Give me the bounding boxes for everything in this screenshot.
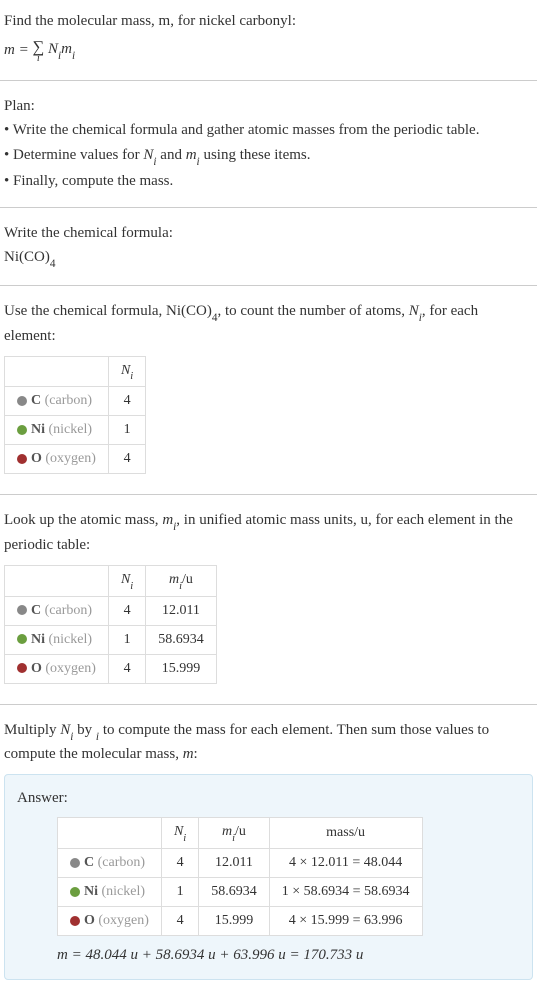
mass-value: 58.6934 bbox=[199, 878, 270, 907]
element-cell: Ni (nickel) bbox=[5, 416, 109, 445]
table-header-mi: mi/u bbox=[146, 565, 217, 596]
table-header-row: Ni mi/u mass/u bbox=[58, 818, 423, 849]
answer-label: Answer: bbox=[17, 787, 520, 810]
answer-table: Ni mi/u mass/u C (carbon) 4 12.011 4 × 1… bbox=[57, 817, 423, 936]
mass-calc: 1 × 58.6934 = 58.6934 bbox=[269, 878, 422, 907]
element-dot-icon bbox=[17, 396, 27, 406]
table-row: O (oxygen) 4 15.999 bbox=[5, 654, 217, 683]
table-row: Ni (nickel) 1 58.6934 bbox=[5, 625, 217, 654]
table-row: Ni (nickel) 1 bbox=[5, 416, 146, 445]
element-cell: C (carbon) bbox=[58, 849, 162, 878]
element-dot-icon bbox=[17, 454, 27, 464]
divider bbox=[0, 285, 537, 286]
count-value: 4 bbox=[108, 445, 145, 474]
count-value: 1 bbox=[108, 625, 145, 654]
mass-value: 58.6934 bbox=[146, 625, 217, 654]
count-value: 4 bbox=[108, 596, 145, 625]
intro-equation: m = ∑i Nimi bbox=[4, 37, 533, 64]
table-header-empty bbox=[58, 818, 162, 849]
count-value: 1 bbox=[161, 878, 198, 907]
mass-calc: 4 × 12.011 = 48.044 bbox=[269, 849, 422, 878]
element-dot-icon bbox=[70, 887, 80, 897]
element-cell: O (oxygen) bbox=[58, 907, 162, 936]
element-dot-icon bbox=[70, 858, 80, 868]
table-row: O (oxygen) 4 15.999 4 × 15.999 = 63.996 bbox=[58, 907, 423, 936]
mass-value: 12.011 bbox=[199, 849, 270, 878]
element-dot-icon bbox=[17, 425, 27, 435]
table-header-row: Ni mi/u bbox=[5, 565, 217, 596]
multiply-text: Multiply Ni by i to compute the mass for… bbox=[4, 719, 533, 766]
multiply-section: Multiply Ni by i to compute the mass for… bbox=[0, 709, 537, 996]
plan-section: Plan: • Write the chemical formula and g… bbox=[0, 85, 537, 203]
count-value: 4 bbox=[161, 849, 198, 878]
chemical-formula: Ni(CO)4 bbox=[4, 246, 533, 271]
count-value: 1 bbox=[108, 416, 145, 445]
mass-calc: 4 × 15.999 = 63.996 bbox=[269, 907, 422, 936]
intro-line1: Find the molecular mass, m, for nickel c… bbox=[4, 13, 296, 29]
table-header-empty bbox=[5, 356, 109, 387]
final-equation: m = 48.044 u + 58.6934 u + 63.996 u = 17… bbox=[57, 944, 520, 967]
lookup-text: Look up the atomic mass, mi, in unified … bbox=[4, 509, 533, 556]
plan-heading: Plan: bbox=[4, 95, 533, 118]
table-header-row: Ni bbox=[5, 356, 146, 387]
element-cell: O (oxygen) bbox=[5, 445, 109, 474]
count-value: 4 bbox=[108, 654, 145, 683]
mass-value: 15.999 bbox=[199, 907, 270, 936]
count-value: 4 bbox=[108, 387, 145, 416]
table-row: C (carbon) 4 bbox=[5, 387, 146, 416]
table-row: Ni (nickel) 1 58.6934 1 × 58.6934 = 58.6… bbox=[58, 878, 423, 907]
element-dot-icon bbox=[17, 634, 27, 644]
element-cell: Ni (nickel) bbox=[58, 878, 162, 907]
table-header-mi: mi/u bbox=[199, 818, 270, 849]
element-cell: C (carbon) bbox=[5, 387, 109, 416]
element-cell: C (carbon) bbox=[5, 596, 109, 625]
table-row: C (carbon) 4 12.011 4 × 12.011 = 48.044 bbox=[58, 849, 423, 878]
element-dot-icon bbox=[70, 916, 80, 926]
count-table: Ni C (carbon) 4 Ni (nickel) 1 O (oxygen)… bbox=[4, 356, 146, 475]
element-dot-icon bbox=[17, 663, 27, 673]
count-text: Use the chemical formula, Ni(CO)4, to co… bbox=[4, 300, 533, 347]
plan-bullet-3: • Finally, compute the mass. bbox=[4, 170, 533, 193]
element-cell: Ni (nickel) bbox=[5, 625, 109, 654]
plan-bullet-1: • Write the chemical formula and gather … bbox=[4, 119, 533, 142]
plan-bullet-2: • Determine values for Ni and mi using t… bbox=[4, 144, 533, 169]
lookup-section: Look up the atomic mass, mi, in unified … bbox=[0, 499, 537, 699]
table-header-ni: Ni bbox=[161, 818, 198, 849]
table-header-empty bbox=[5, 565, 109, 596]
table-row: C (carbon) 4 12.011 bbox=[5, 596, 217, 625]
mass-value: 12.011 bbox=[146, 596, 217, 625]
intro-text: Find the molecular mass, m, for nickel c… bbox=[4, 10, 533, 33]
mass-table: Ni mi/u C (carbon) 4 12.011 Ni (nickel) … bbox=[4, 565, 217, 684]
formula-heading: Write the chemical formula: bbox=[4, 222, 533, 245]
mass-value: 15.999 bbox=[146, 654, 217, 683]
formula-section: Write the chemical formula: Ni(CO)4 bbox=[0, 212, 537, 281]
intro-section: Find the molecular mass, m, for nickel c… bbox=[0, 0, 537, 76]
element-dot-icon bbox=[17, 605, 27, 615]
divider bbox=[0, 494, 537, 495]
table-header-ni: Ni bbox=[108, 565, 145, 596]
divider bbox=[0, 80, 537, 81]
table-row: O (oxygen) 4 bbox=[5, 445, 146, 474]
divider bbox=[0, 207, 537, 208]
count-value: 4 bbox=[161, 907, 198, 936]
element-cell: O (oxygen) bbox=[5, 654, 109, 683]
table-header-mass: mass/u bbox=[269, 818, 422, 849]
divider bbox=[0, 704, 537, 705]
count-section: Use the chemical formula, Ni(CO)4, to co… bbox=[0, 290, 537, 490]
table-header-ni: Ni bbox=[108, 356, 145, 387]
answer-box: Answer: Ni mi/u mass/u C (carbon) 4 12.0… bbox=[4, 774, 533, 980]
